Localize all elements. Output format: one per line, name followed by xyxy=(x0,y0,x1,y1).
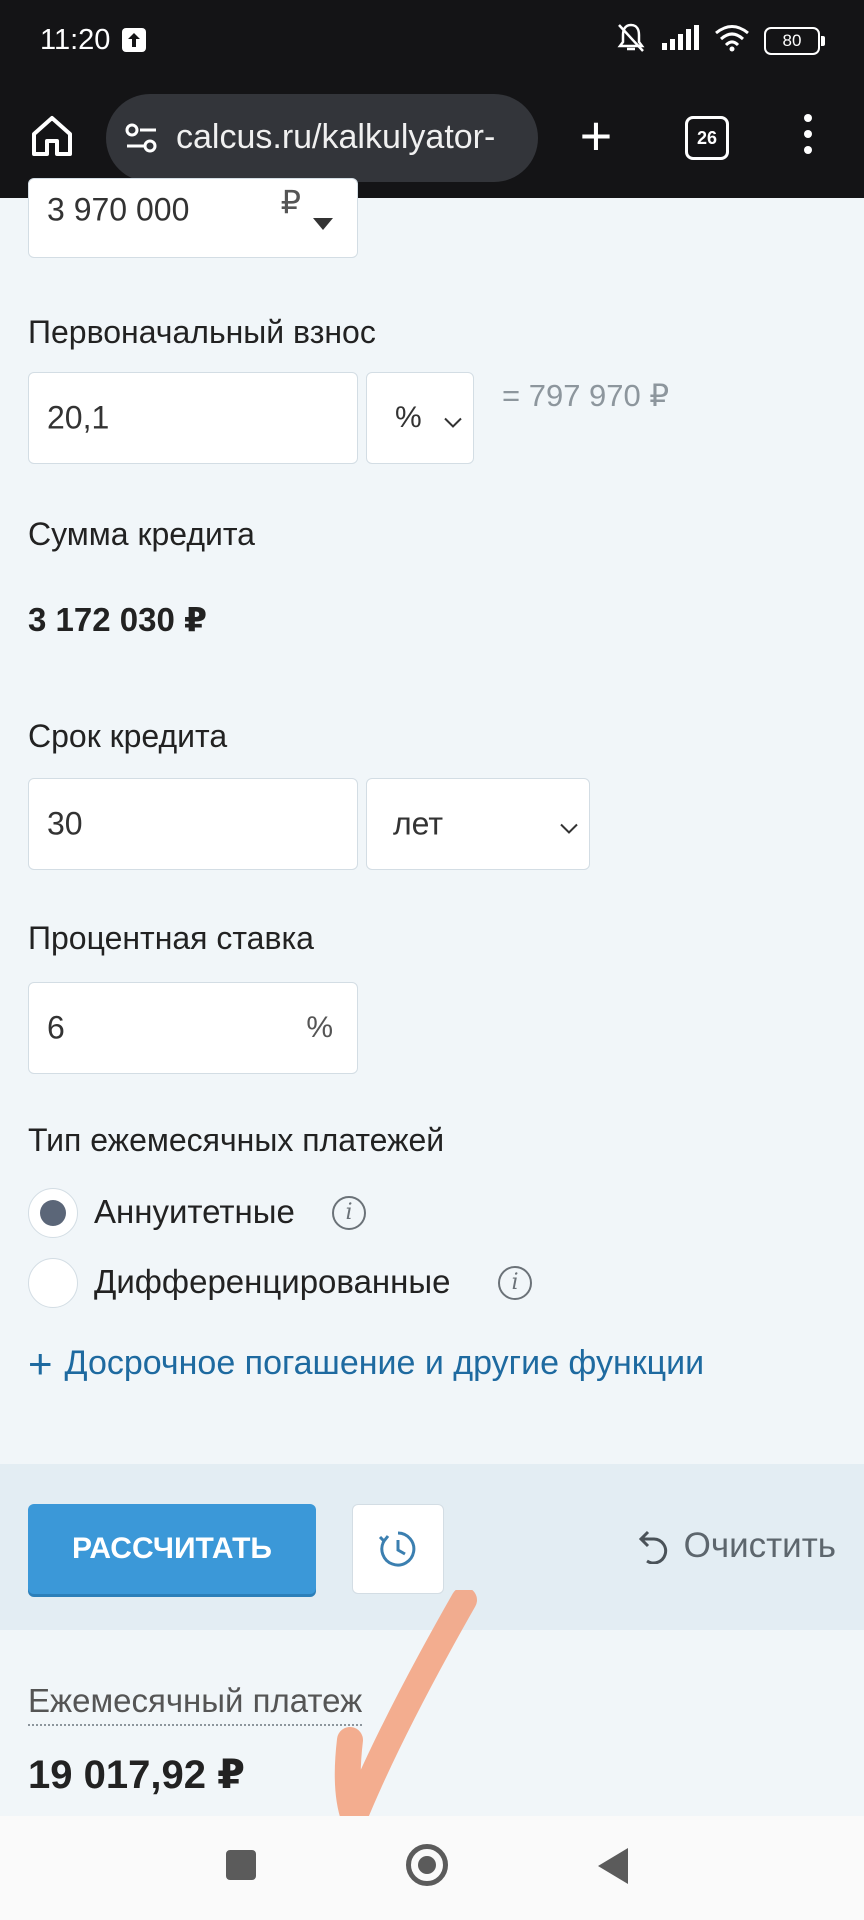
tab-switcher-button[interactable]: 26 xyxy=(685,116,729,160)
battery-icon: 80 xyxy=(764,26,825,55)
term-label: Срок кредита xyxy=(28,718,228,754)
currency-label: ₽ xyxy=(280,184,301,221)
down-payment-equivalent: = 797 970 ₽ xyxy=(502,378,670,413)
url-text: calcus.ru/kalkulyator- xyxy=(176,118,496,156)
clock-icon xyxy=(378,1531,416,1567)
chevron-down-icon xyxy=(559,806,579,843)
caret-down-icon[interactable] xyxy=(313,201,333,238)
home-button[interactable] xyxy=(28,112,76,170)
rate-label: Процентная ставка xyxy=(28,920,314,956)
radio-annuity-label[interactable]: Аннуитетные xyxy=(94,1193,295,1231)
menu-icon[interactable] xyxy=(800,114,816,164)
radio-differentiated[interactable] xyxy=(28,1258,78,1308)
monthly-payment-label[interactable]: Ежемесячный платеж xyxy=(28,1682,363,1726)
chevron-down-icon xyxy=(443,400,463,437)
down-payment-input[interactable]: 20,1 xyxy=(28,372,358,464)
info-icon[interactable]: i xyxy=(498,1266,532,1300)
result-panel: Ежемесячный платеж 19 017,92 ₽ xyxy=(0,1630,864,1816)
back-button[interactable] xyxy=(598,1848,628,1884)
payment-type-label: Тип ежемесячных платежей xyxy=(28,1122,445,1158)
more-options-link[interactable]: + Досрочное погашение и другие функции xyxy=(28,1339,704,1387)
down-payment-label: Первоначальный взнос xyxy=(28,314,376,350)
address-bar[interactable]: calcus.ru/kalkulyator- xyxy=(106,94,538,182)
wifi-icon xyxy=(714,24,750,57)
rate-input[interactable]: 6 % xyxy=(28,982,358,1074)
history-button[interactable] xyxy=(352,1504,444,1594)
undo-icon xyxy=(638,1530,667,1564)
calculate-button[interactable]: РАССЧИТАТЬ xyxy=(28,1504,316,1594)
monthly-payment-value: 19 017,92 ₽ xyxy=(28,1753,245,1797)
plus-icon: + xyxy=(28,1339,53,1387)
status-time: 11:20 xyxy=(40,24,111,56)
new-tab-button[interactable]: + xyxy=(575,108,617,168)
home-nav-button[interactable] xyxy=(406,1844,448,1886)
home-icon xyxy=(32,116,72,156)
rate-unit: % xyxy=(306,1011,333,1044)
upload-icon xyxy=(122,28,146,52)
status-bar: 11:20 80 xyxy=(0,0,864,84)
loan-amount-value: 3 172 030 ₽ xyxy=(28,601,207,638)
site-settings-icon[interactable] xyxy=(124,120,160,161)
clear-button[interactable]: Очистить xyxy=(638,1526,836,1566)
mortgage-form: 3 970 000 ₽ Первоначальный взнос 20,1 % … xyxy=(0,178,864,1464)
signal-icon xyxy=(660,25,700,56)
info-icon[interactable]: i xyxy=(332,1196,366,1230)
action-bar: РАССЧИТАТЬ Очистить xyxy=(0,1464,864,1630)
mute-bell-icon xyxy=(616,22,646,59)
term-input[interactable]: 30 xyxy=(28,778,358,870)
loan-amount-label: Сумма кредита xyxy=(28,516,255,552)
radio-annuity[interactable] xyxy=(28,1188,78,1238)
recent-apps-button[interactable] xyxy=(226,1850,256,1880)
property-price-input[interactable]: 3 970 000 ₽ xyxy=(28,178,358,258)
radio-differentiated-label[interactable]: Дифференцированные xyxy=(94,1263,450,1301)
down-payment-unit-select[interactable]: % xyxy=(366,372,474,464)
term-unit-select[interactable]: лет xyxy=(366,778,590,870)
system-nav-bar xyxy=(0,1816,864,1920)
status-icons: 80 xyxy=(616,22,825,59)
